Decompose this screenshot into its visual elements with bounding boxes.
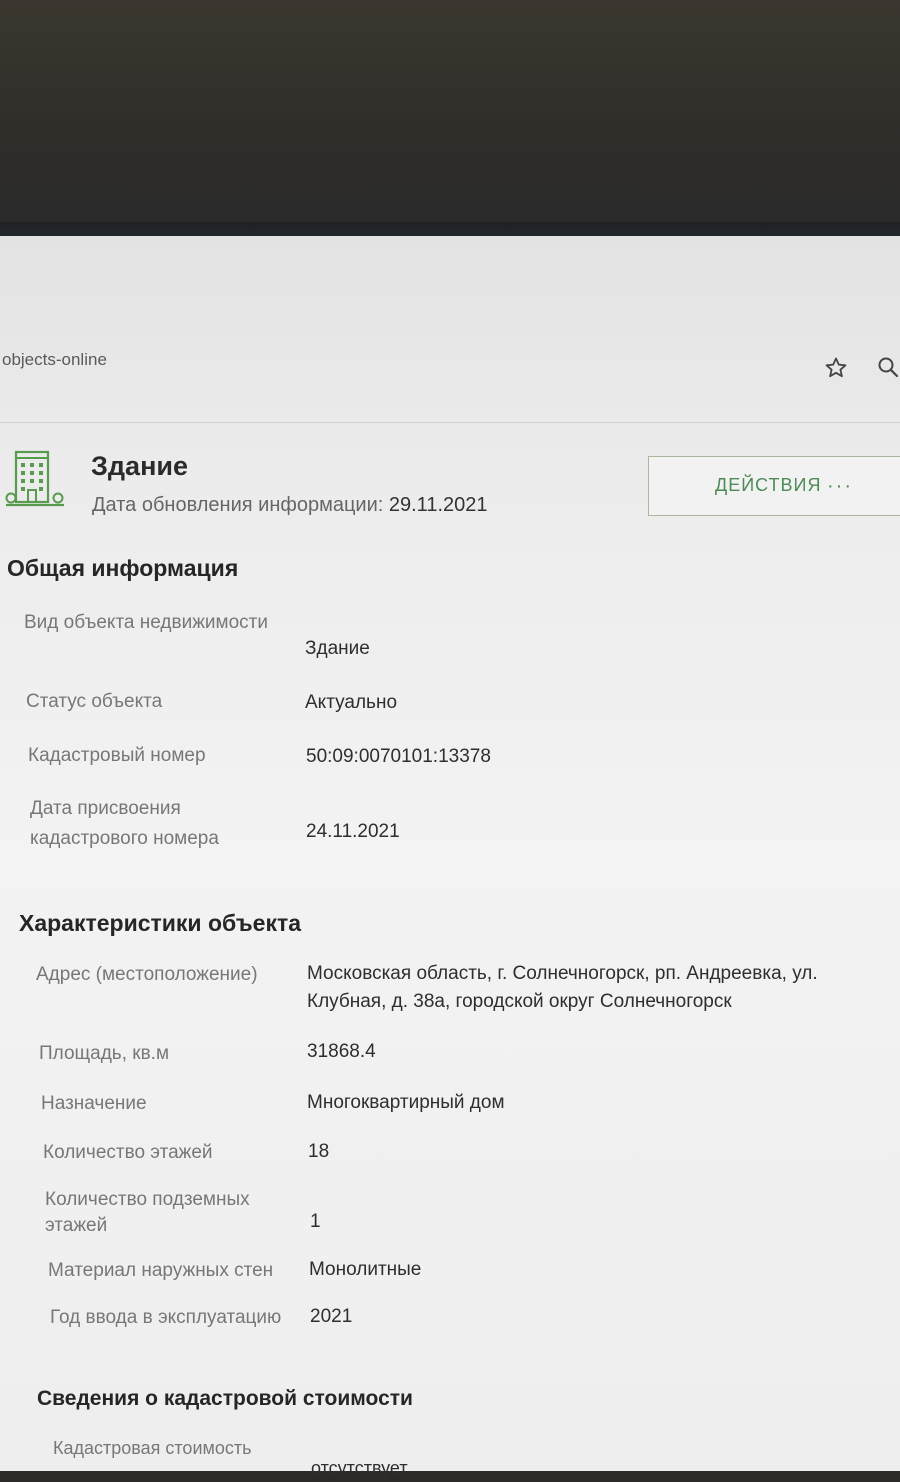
label-wall-material: Материал наружных стен <box>48 1260 274 1281</box>
section-general-title: Общая информация <box>7 555 239 581</box>
label-underground-floors: Количество подземных этажей <box>45 1189 250 1236</box>
update-date: 29.11.2021 <box>388 494 488 516</box>
value-cadastral-number: 50:09:0070101:13378 <box>306 746 491 767</box>
value-area: 31868.4 <box>307 1041 376 1062</box>
value-commission-year: 2021 <box>310 1306 353 1327</box>
label-purpose: Назначение <box>41 1093 147 1114</box>
label-cadastral-date: Дата присвоения кадастрового номера <box>30 798 219 849</box>
label-cadastral-number: Кадастровый номер <box>28 745 206 766</box>
address-bar[interactable]: objects-online <box>2 350 107 370</box>
value-cadastral-date: 24.11.2021 <box>306 821 400 842</box>
value-purpose: Многоквартирный дом <box>307 1092 505 1113</box>
search-icon[interactable] <box>877 356 899 378</box>
bookmark-star-icon[interactable] <box>824 356 848 380</box>
object-title: Здание <box>91 451 188 481</box>
value-object-type: Здание <box>305 638 370 659</box>
value-object-status: Актуально <box>305 692 398 713</box>
more-dots-icon: ··· <box>827 475 853 497</box>
section-cadastral-value-title: Сведения о кадастровой стоимости <box>37 1387 413 1410</box>
label-floors: Количество этажей <box>43 1142 213 1163</box>
screen: objects-online Здание Дата обновления ин… <box>0 236 900 1478</box>
label-commission-year: Год ввода в эксплуатацию <box>50 1307 282 1328</box>
value-underground-floors: 1 <box>310 1211 321 1232</box>
building-icon <box>5 450 64 507</box>
actions-button[interactable]: ДЕЙСТВИЯ ··· <box>648 456 900 516</box>
value-cadastral-value: отсутствует <box>311 1458 408 1478</box>
label-cadastral-value: Кадастровая стоимость <box>53 1438 252 1458</box>
browser-toolbar: objects-online <box>0 336 900 396</box>
label-area: Площадь, кв.м <box>39 1043 170 1064</box>
update-label: Дата обновления информации: <box>92 494 384 516</box>
value-address: Московская область, г. Солнечногорск, рп… <box>307 963 818 1012</box>
label-object-status: Статус объекта <box>26 691 163 712</box>
value-wall-material: Монолитные <box>309 1259 422 1280</box>
label-object-type: Вид объекта недвижимости <box>24 612 268 633</box>
actions-label: ДЕЙСТВИЯ <box>715 475 822 495</box>
value-floors: 18 <box>308 1141 330 1162</box>
label-address: Адрес (местоположение) <box>36 964 258 985</box>
update-info: Дата обновления информации: 29.11.2021 <box>92 491 488 519</box>
section-characteristics-title: Характеристики объекта <box>19 910 302 936</box>
monitor-bezel <box>0 0 900 240</box>
divider <box>0 422 900 423</box>
